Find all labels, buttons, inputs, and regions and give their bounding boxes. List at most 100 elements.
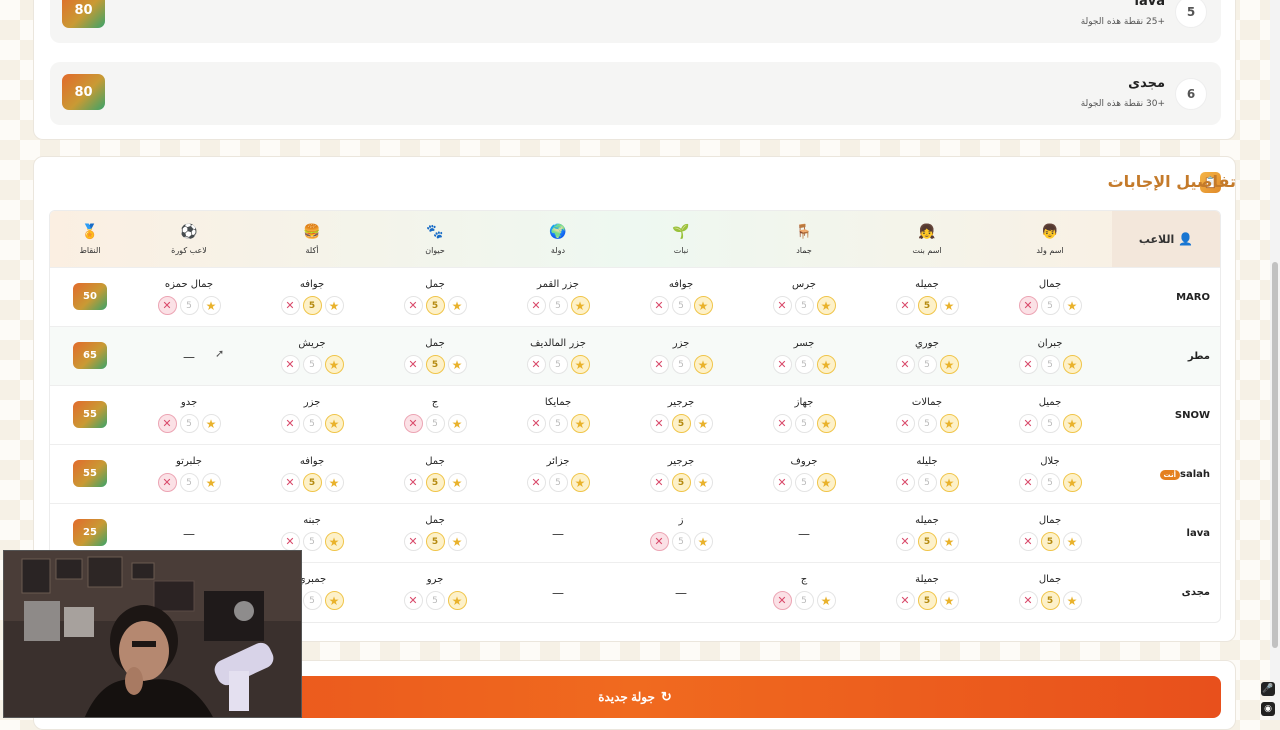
microphone-icon[interactable]: 🎤 [1261,682,1275,696]
reject-button[interactable]: ✕ [157,414,177,433]
reject-button[interactable]: ✕ [1018,414,1038,433]
star-button[interactable]: ★ [939,414,959,433]
reject-button[interactable]: ✕ [895,414,915,433]
reject-button[interactable]: ✕ [526,355,546,374]
five-points-button[interactable]: 5 [917,414,937,433]
reject-button[interactable]: ✕ [526,414,546,433]
star-button[interactable]: ★ [1062,532,1082,551]
five-points-button[interactable]: 5 [302,532,322,551]
star-button[interactable]: ★ [816,473,836,492]
star-button[interactable]: ★ [324,296,344,315]
star-button[interactable]: ★ [324,414,344,433]
reject-button[interactable]: ✕ [649,532,669,551]
scrollbar-thumb[interactable] [1272,262,1278,648]
five-points-button[interactable]: 5 [179,296,199,315]
star-button[interactable]: ★ [324,532,344,551]
star-button[interactable]: ★ [1062,355,1082,374]
five-points-button[interactable]: 5 [794,591,814,610]
five-points-button[interactable]: 5 [1040,532,1060,551]
reject-button[interactable]: ✕ [280,414,300,433]
reject-button[interactable]: ✕ [280,355,300,374]
reject-button[interactable]: ✕ [1018,296,1038,315]
five-points-button[interactable]: 5 [548,355,568,374]
five-points-button[interactable]: 5 [794,473,814,492]
reject-button[interactable]: ✕ [1018,591,1038,610]
reject-button[interactable]: ✕ [403,473,423,492]
star-button[interactable]: ★ [570,473,590,492]
reject-button[interactable]: ✕ [772,591,792,610]
five-points-button[interactable]: 5 [1040,296,1060,315]
reject-button[interactable]: ✕ [1018,355,1038,374]
five-points-button[interactable]: 5 [548,473,568,492]
reject-button[interactable]: ✕ [403,532,423,551]
star-button[interactable]: ★ [693,355,713,374]
settings-icon[interactable]: ◉ [1261,702,1275,716]
five-points-button[interactable]: 5 [425,473,445,492]
star-button[interactable]: ★ [939,473,959,492]
five-points-button[interactable]: 5 [1040,473,1060,492]
five-points-button[interactable]: 5 [302,473,322,492]
five-points-button[interactable]: 5 [1040,414,1060,433]
five-points-button[interactable]: 5 [302,414,322,433]
star-button[interactable]: ★ [1062,414,1082,433]
five-points-button[interactable]: 5 [548,414,568,433]
five-points-button[interactable]: 5 [1040,355,1060,374]
five-points-button[interactable]: 5 [425,414,445,433]
five-points-button[interactable]: 5 [302,355,322,374]
star-button[interactable]: ★ [693,532,713,551]
reject-button[interactable]: ✕ [526,473,546,492]
five-points-button[interactable]: 5 [794,355,814,374]
star-button[interactable]: ★ [1062,473,1082,492]
star-button[interactable]: ★ [693,296,713,315]
star-button[interactable]: ★ [201,296,221,315]
reject-button[interactable]: ✕ [649,414,669,433]
reject-button[interactable]: ✕ [157,473,177,492]
five-points-button[interactable]: 5 [917,296,937,315]
reject-button[interactable]: ✕ [403,591,423,610]
star-button[interactable]: ★ [939,532,959,551]
five-points-button[interactable]: 5 [425,355,445,374]
reject-button[interactable]: ✕ [526,296,546,315]
five-points-button[interactable]: 5 [671,355,691,374]
five-points-button[interactable]: 5 [1040,591,1060,610]
reject-button[interactable]: ✕ [649,296,669,315]
reject-button[interactable]: ✕ [772,296,792,315]
star-button[interactable]: ★ [324,355,344,374]
five-points-button[interactable]: 5 [548,296,568,315]
star-button[interactable]: ★ [447,591,467,610]
reject-button[interactable]: ✕ [895,532,915,551]
star-button[interactable]: ★ [447,473,467,492]
five-points-button[interactable]: 5 [794,414,814,433]
reject-button[interactable]: ✕ [280,296,300,315]
reject-button[interactable]: ✕ [1018,532,1038,551]
reject-button[interactable]: ✕ [895,355,915,374]
reject-button[interactable]: ✕ [403,296,423,315]
reject-button[interactable]: ✕ [280,473,300,492]
five-points-button[interactable]: 5 [917,473,937,492]
star-button[interactable]: ★ [447,296,467,315]
reject-button[interactable]: ✕ [649,355,669,374]
reject-button[interactable]: ✕ [772,414,792,433]
reject-button[interactable]: ✕ [895,473,915,492]
five-points-button[interactable]: 5 [794,296,814,315]
reject-button[interactable]: ✕ [895,591,915,610]
five-points-button[interactable]: 5 [671,296,691,315]
star-button[interactable]: ★ [447,355,467,374]
star-button[interactable]: ★ [816,296,836,315]
star-button[interactable]: ★ [816,591,836,610]
five-points-button[interactable]: 5 [671,473,691,492]
star-button[interactable]: ★ [447,414,467,433]
star-button[interactable]: ★ [1062,591,1082,610]
star-button[interactable]: ★ [570,414,590,433]
reject-button[interactable]: ✕ [1018,473,1038,492]
five-points-button[interactable]: 5 [917,355,937,374]
star-button[interactable]: ★ [816,414,836,433]
reject-button[interactable]: ✕ [403,355,423,374]
five-points-button[interactable]: 5 [425,532,445,551]
star-button[interactable]: ★ [939,355,959,374]
star-button[interactable]: ★ [939,591,959,610]
star-button[interactable]: ★ [201,414,221,433]
five-points-button[interactable]: 5 [179,414,199,433]
reject-button[interactable]: ✕ [772,473,792,492]
star-button[interactable]: ★ [570,296,590,315]
